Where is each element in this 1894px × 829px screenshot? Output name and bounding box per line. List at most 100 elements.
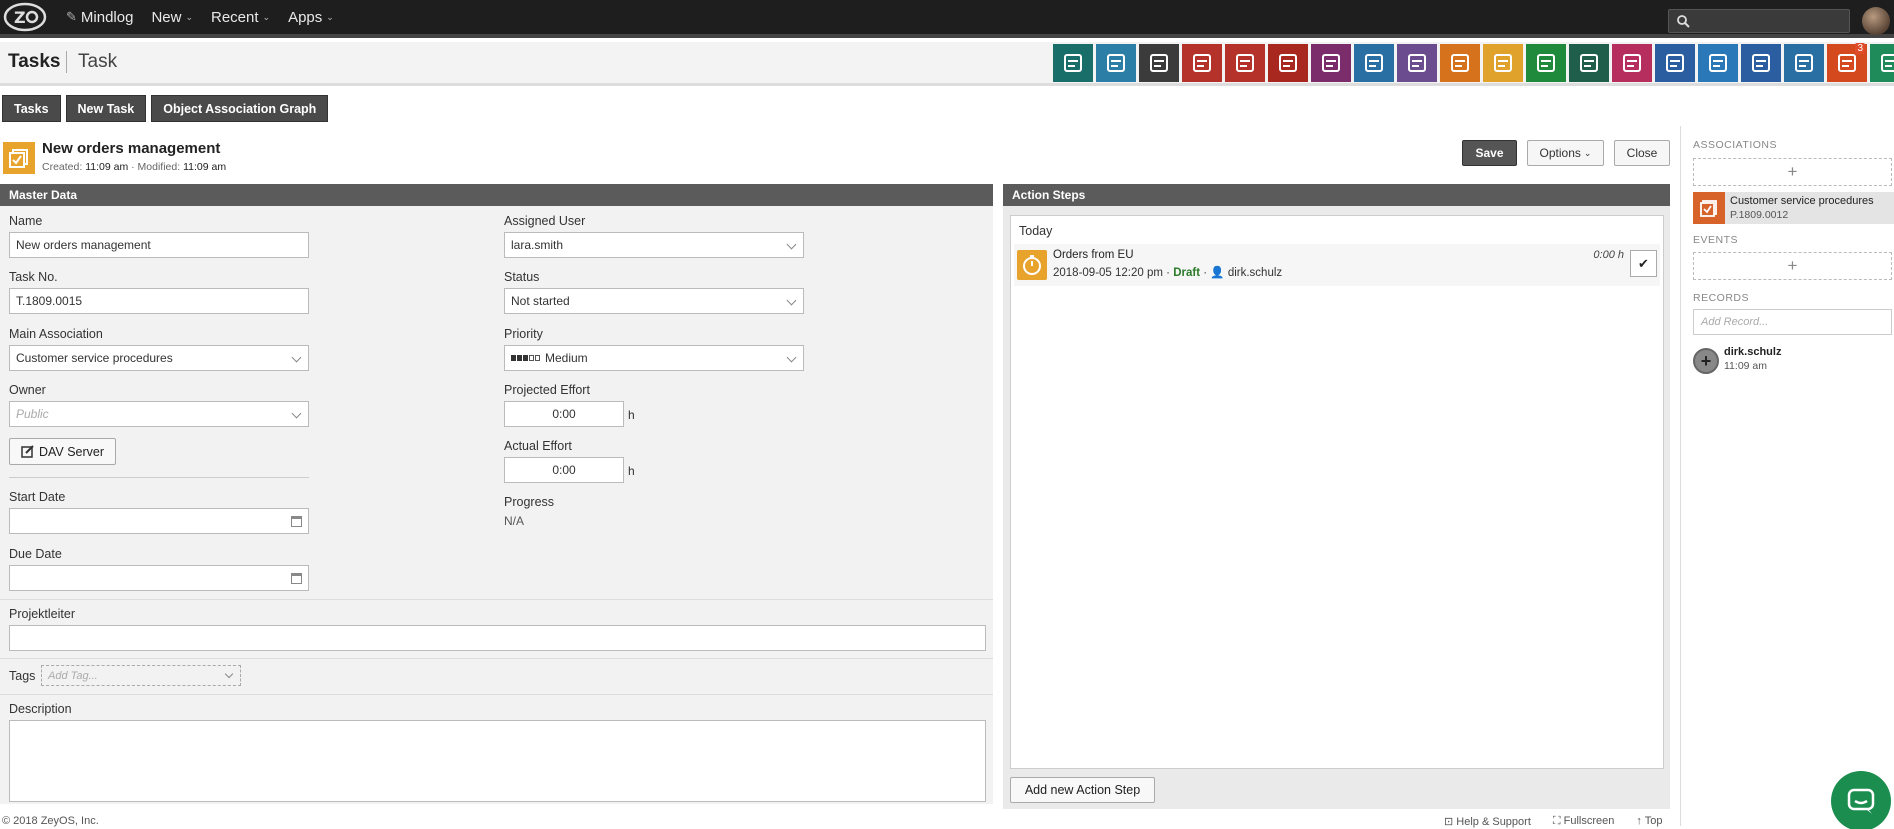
- divider: [0, 599, 993, 600]
- progress-label: Progress: [504, 495, 555, 509]
- owner-placeholder: Public: [16, 407, 49, 421]
- action-step-time: 0:00 h: [1593, 249, 1624, 261]
- projektleiter-field[interactable]: [9, 625, 986, 651]
- status-select[interactable]: Not started: [504, 288, 804, 314]
- dav-server-label: DAV Server: [38, 444, 105, 459]
- close-button[interactable]: Close: [1614, 140, 1670, 166]
- name-label: Name: [9, 214, 43, 228]
- plus-icon: +: [1787, 256, 1798, 275]
- help-support-link[interactable]: ⊡ Help & Support: [1444, 815, 1531, 828]
- app-launcher-handshake[interactable]: [1397, 44, 1437, 82]
- save-button[interactable]: Save: [1462, 140, 1517, 166]
- action-step-title[interactable]: Orders from EU: [1053, 249, 1134, 261]
- search-icon: [1677, 14, 1690, 28]
- action-step-meta: 2018-09-05 12:20 pm · Draft · 👤 dirk.sch…: [1053, 265, 1282, 279]
- assigned-user-value: lara.smith: [511, 238, 564, 252]
- top-label: Top: [1644, 815, 1663, 827]
- nav-apps-label: Apps: [288, 8, 323, 26]
- task-no-field[interactable]: T.1809.0015: [9, 288, 309, 314]
- app-launcher-notes[interactable]: [1526, 44, 1566, 82]
- date-group-label: Today: [1019, 224, 1053, 238]
- projected-effort-field[interactable]: 0:00: [504, 401, 624, 427]
- global-search[interactable]: [1668, 9, 1850, 33]
- user-avatar[interactable]: [1862, 7, 1890, 35]
- app-launcher-billing[interactable]: [1053, 44, 1093, 82]
- notification-badge: 3: [1855, 43, 1865, 54]
- fullscreen-link[interactable]: ⛶ Fullscreen: [1553, 815, 1615, 828]
- options-button[interactable]: Options ⌄: [1527, 140, 1604, 166]
- footer-links: ⊡ Help & Support ⛶ Fullscreen ↑ Top: [1444, 815, 1663, 828]
- nav-recent-label: Recent: [211, 8, 259, 26]
- app-launcher-contacts[interactable]: [1139, 44, 1179, 82]
- nav-apps[interactable]: Apps ⌄: [288, 9, 334, 26]
- app-launcher-broadcast[interactable]: 3: [1827, 43, 1867, 82]
- due-date-field[interactable]: [9, 565, 309, 591]
- app-launcher-shipping[interactable]: [1569, 44, 1609, 82]
- add-event-button[interactable]: +: [1693, 252, 1892, 280]
- add-tag-input[interactable]: Add Tag...: [41, 665, 241, 686]
- priority-dot-filled: [511, 355, 516, 361]
- start-date-field[interactable]: [9, 508, 309, 534]
- priority-dot-empty: [529, 355, 534, 361]
- actual-effort-field[interactable]: 0:00: [504, 457, 624, 483]
- description-label: Description: [9, 702, 72, 716]
- chat-widget-button[interactable]: [1831, 771, 1891, 829]
- add-association-button[interactable]: +: [1693, 158, 1892, 186]
- nav-recent[interactable]: Recent ⌄: [211, 9, 270, 26]
- app-launcher-mail[interactable]: [1096, 44, 1136, 82]
- app-launcher-timer[interactable]: [1440, 44, 1480, 82]
- app-launcher-support[interactable]: [1784, 44, 1824, 82]
- billing-icon: [1064, 54, 1082, 72]
- download-icon: [1881, 54, 1894, 72]
- add-record-input[interactable]: Add Record...: [1693, 309, 1892, 335]
- association-graph-button[interactable]: Object Association Graph: [151, 95, 329, 122]
- app-launcher-projects[interactable]: [1311, 44, 1351, 82]
- breadcrumb-divider: [66, 51, 67, 73]
- app-launcher-checklist[interactable]: [1483, 44, 1523, 82]
- owner-label: Owner: [9, 383, 46, 397]
- owner-select[interactable]: Public: [9, 401, 309, 427]
- name-field[interactable]: New orders management: [9, 232, 309, 258]
- action-step-item[interactable]: Orders from EU 2018-09-05 12:20 pm · Dra…: [1014, 244, 1660, 286]
- app-launcher-cashier[interactable]: [1612, 44, 1652, 82]
- status-value: Not started: [511, 294, 570, 308]
- action-step-user: dirk.schulz: [1227, 267, 1283, 279]
- app-launcher-address-book[interactable]: [1354, 44, 1394, 82]
- assigned-user-select[interactable]: lara.smith: [504, 232, 804, 258]
- app-launcher-tasks[interactable]: [1182, 44, 1222, 82]
- app-launcher-truck[interactable]: [1698, 44, 1738, 82]
- nav-new-label: New: [151, 8, 182, 26]
- zeyos-logo[interactable]: Z: [2, 0, 48, 34]
- dav-server-button[interactable]: DAV Server: [9, 438, 116, 465]
- description-textarea[interactable]: [9, 720, 986, 802]
- project-icon: [1693, 192, 1725, 224]
- app-launcher-documents[interactable]: [1225, 44, 1265, 82]
- status-label: Status: [504, 270, 540, 284]
- app-launcher-dollar[interactable]: [1655, 44, 1695, 82]
- cashier-icon: [1623, 54, 1641, 72]
- search-input[interactable]: [1696, 13, 1846, 29]
- add-action-step-button[interactable]: Add new Action Step: [1010, 777, 1155, 803]
- top-link[interactable]: ↑ Top: [1636, 815, 1662, 828]
- app-launcher-download[interactable]: [1870, 44, 1894, 82]
- complete-step-button[interactable]: ✔: [1630, 250, 1657, 277]
- nav-mindlog[interactable]: ✎ Mindlog: [66, 9, 133, 26]
- page-title: Task: [78, 51, 118, 72]
- priority-select[interactable]: Medium: [504, 345, 804, 371]
- tasks-list-button[interactable]: Tasks: [2, 95, 61, 122]
- record-avatar[interactable]: +: [1693, 348, 1719, 374]
- associations-heading: ASSOCIATIONS: [1693, 139, 1777, 151]
- timer-icon: [1451, 54, 1469, 72]
- new-task-button[interactable]: New Task: [65, 95, 147, 122]
- breadcrumb-section[interactable]: Tasks: [8, 51, 60, 73]
- record-user-name[interactable]: dirk.schulz: [1724, 346, 1781, 358]
- main-association-select[interactable]: Customer service procedures: [9, 345, 309, 371]
- calendar-icon[interactable]: [291, 573, 302, 584]
- created-label: Created:: [42, 161, 83, 173]
- nav-new[interactable]: New ⌄: [151, 9, 193, 26]
- association-item[interactable]: Customer service procedures P.1809.0012: [1693, 192, 1894, 224]
- shipping-icon: [1580, 54, 1598, 72]
- app-launcher-bookmark[interactable]: [1741, 44, 1781, 82]
- app-launcher-calendar[interactable]: [1268, 44, 1308, 82]
- calendar-icon[interactable]: [291, 516, 302, 527]
